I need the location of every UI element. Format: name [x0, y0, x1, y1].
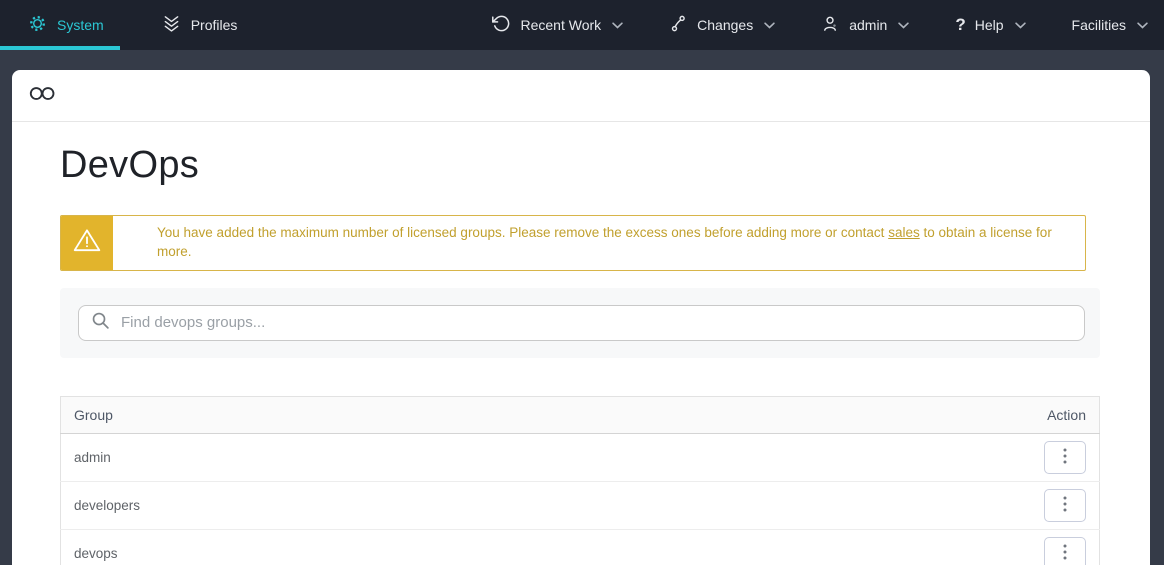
card-body: DevOps You have added the maximum number…	[12, 144, 1150, 565]
nav-right-group: Recent Work Changes admin ? Help Facilit…	[492, 0, 1164, 50]
chevron-down-icon	[612, 21, 623, 29]
row-actions-button[interactable]	[1044, 488, 1086, 522]
nav-menu-changes[interactable]: Changes	[669, 14, 775, 36]
question-mark-icon: ?	[955, 15, 966, 34]
nav-tab-label: System	[57, 17, 104, 33]
layers-chevrons-icon	[162, 14, 181, 36]
nav-item-label: admin	[849, 17, 888, 33]
nav-item-label: Recent Work	[520, 17, 602, 33]
page-background: DevOps You have added the maximum number…	[0, 50, 1164, 565]
warning-triangle-icon	[72, 227, 102, 258]
column-header-group: Group	[60, 396, 658, 434]
column-header-action: Action	[657, 396, 1100, 434]
nav-menu-facilities[interactable]: Facilities	[1072, 17, 1148, 33]
chevron-down-icon	[764, 21, 775, 29]
nav-menu-help[interactable]: ? Help	[955, 15, 1026, 35]
warning-text-before: You have added the maximum number of lic…	[157, 225, 885, 240]
nav-item-label: Help	[974, 17, 1004, 33]
chevron-down-icon	[1014, 21, 1026, 29]
nav-left-group: System Profiles	[0, 0, 253, 50]
user-icon	[821, 14, 840, 36]
card-header	[12, 70, 1150, 122]
kebab-menu-icon	[1063, 448, 1067, 467]
sales-link[interactable]: sales	[888, 225, 920, 240]
chevron-down-icon	[898, 21, 910, 29]
top-nav: System Profiles Recent Work Changes admi…	[0, 0, 1164, 50]
nav-tab-system[interactable]: System	[0, 0, 120, 50]
history-icon	[492, 14, 511, 36]
groups-table: Group Action admin developers devops	[60, 395, 1100, 565]
gear-icon	[28, 14, 47, 36]
kebab-menu-icon	[1063, 544, 1067, 563]
group-name-cell: developers	[60, 481, 658, 530]
license-warning-banner: You have added the maximum number of lic…	[60, 215, 1086, 271]
page-title: DevOps	[60, 144, 200, 186]
nav-tab-label: Profiles	[190, 17, 238, 33]
search-icon	[91, 311, 110, 335]
nav-menu-user[interactable]: admin	[821, 14, 910, 36]
warning-icon-box	[61, 216, 113, 270]
table-row: developers	[60, 481, 1100, 530]
table-header-row: Group Action	[60, 396, 1100, 434]
group-name-cell: admin	[60, 433, 658, 482]
group-name-cell: devops	[60, 529, 658, 565]
infinity-devops-icon	[28, 84, 57, 108]
search-input[interactable]	[121, 314, 1072, 332]
nav-menu-recent-work[interactable]: Recent Work	[492, 14, 623, 36]
kebab-menu-icon	[1063, 496, 1067, 515]
chevron-down-icon	[1137, 21, 1148, 29]
nav-item-label: Changes	[697, 17, 754, 33]
table-row: admin	[60, 433, 1100, 482]
warning-message: You have added the maximum number of lic…	[113, 216, 1085, 270]
branch-icon	[669, 14, 688, 36]
row-actions-button[interactable]	[1044, 536, 1086, 565]
search-box	[78, 304, 1085, 341]
table-row: devops	[60, 529, 1100, 565]
row-actions-button[interactable]	[1044, 440, 1086, 474]
nav-item-label: Facilities	[1071, 17, 1126, 33]
nav-tab-profiles[interactable]: Profiles	[134, 0, 254, 50]
content-card: DevOps You have added the maximum number…	[12, 70, 1150, 565]
search-panel	[60, 287, 1100, 358]
